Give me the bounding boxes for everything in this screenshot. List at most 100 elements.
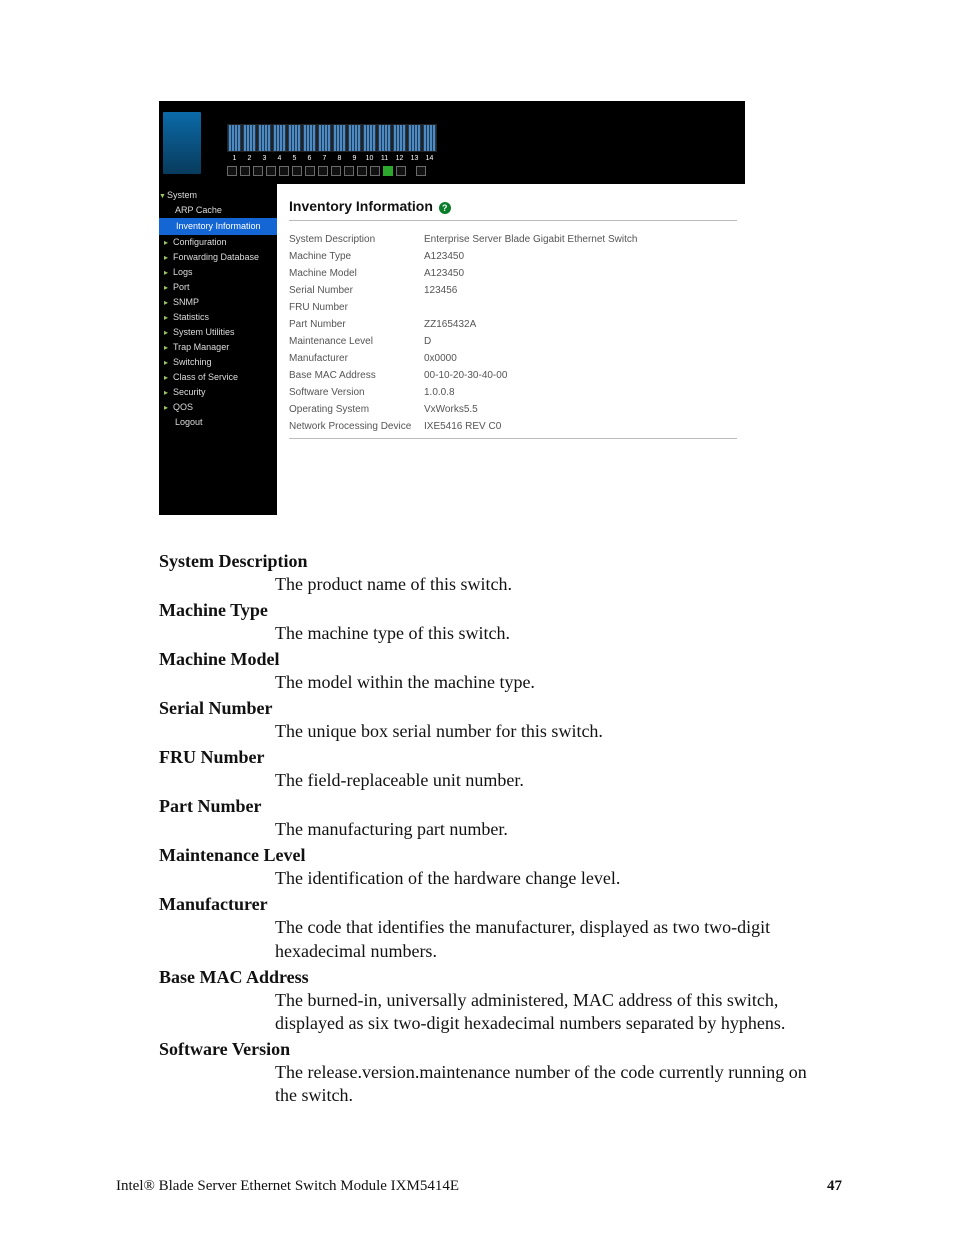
info-label: Machine Model (289, 268, 424, 279)
inventory-screenshot: 1234567891011121314 SystemARP CacheInven… (159, 101, 745, 515)
sidebar-item-forwarding-database[interactable]: Forwarding Database (159, 250, 277, 265)
port-label-10: 10 (362, 154, 377, 164)
port-14[interactable] (422, 124, 437, 152)
port-label-13: 13 (407, 154, 422, 164)
port-5[interactable] (287, 124, 302, 152)
info-row: Machine ModelA123450 (289, 265, 737, 282)
info-label: Machine Type (289, 251, 424, 262)
definition-desc: The code that identifies the manufacture… (275, 916, 831, 962)
info-row: System DescriptionEnterprise Server Blad… (289, 231, 737, 248)
definition-term: System Description (159, 550, 831, 573)
definition-desc: The field-replaceable unit number. (275, 769, 831, 792)
sidebar-item-logs[interactable]: Logs (159, 265, 277, 280)
page-title-text: Inventory Information (289, 198, 433, 214)
port-status-12 (370, 166, 380, 176)
port-11[interactable] (377, 124, 392, 152)
info-value: IXE5416 REV C0 (424, 421, 501, 432)
port-9[interactable] (347, 124, 362, 152)
page-footer: Intel® Blade Server Ethernet Switch Modu… (116, 1178, 842, 1195)
port-status-14 (396, 166, 406, 176)
port-status-1 (227, 166, 237, 176)
info-label: Base MAC Address (289, 370, 424, 381)
definition-desc: The model within the machine type. (275, 671, 831, 694)
page-heading: Inventory Information ? (289, 198, 737, 221)
info-label: Maintenance Level (289, 336, 424, 347)
port-10[interactable] (362, 124, 377, 152)
definition-desc: The machine type of this switch. (275, 622, 831, 645)
sidebar-item-system[interactable]: System (159, 188, 277, 203)
info-value: Enterprise Server Blade Gigabit Ethernet… (424, 234, 637, 245)
info-label: Software Version (289, 387, 424, 398)
port-7[interactable] (317, 124, 332, 152)
definition-desc: The product name of this switch. (275, 573, 831, 596)
info-row: Network Processing DeviceIXE5416 REV C0 (289, 418, 737, 439)
info-row: Maintenance LevelD (289, 333, 737, 350)
port-13[interactable] (407, 124, 422, 152)
device-logo (163, 112, 201, 174)
info-value: A123450 (424, 251, 464, 262)
port-status-6 (292, 166, 302, 176)
help-icon[interactable]: ? (439, 202, 451, 214)
port-status-4 (266, 166, 276, 176)
definition-desc: The burned-in, universally administered,… (275, 989, 831, 1035)
port-status-11 (357, 166, 367, 176)
sidebar-item-logout[interactable]: Logout (159, 415, 277, 430)
port-label-7: 7 (317, 154, 332, 164)
port-label-12: 12 (392, 154, 407, 164)
sidebar-item-port[interactable]: Port (159, 280, 277, 295)
info-label: FRU Number (289, 302, 424, 313)
port-status-8 (318, 166, 328, 176)
port-status-7 (305, 166, 315, 176)
info-value: 0x0000 (424, 353, 457, 364)
sidebar-item-system-utilities[interactable]: System Utilities (159, 325, 277, 340)
port-status-9 (331, 166, 341, 176)
banner: 1234567891011121314 (159, 101, 745, 184)
port-status-ext (416, 166, 426, 176)
sidebar-item-inventory-information[interactable]: Inventory Information (159, 218, 277, 235)
info-value: VxWorks5.5 (424, 404, 478, 415)
definition-desc: The identification of the hardware chang… (275, 867, 831, 890)
sidebar-item-qos[interactable]: QOS (159, 400, 277, 415)
port-status-3 (253, 166, 263, 176)
definition-term: Maintenance Level (159, 844, 831, 867)
info-value: 1.0.0.8 (424, 387, 455, 398)
sidebar-item-snmp[interactable]: SNMP (159, 295, 277, 310)
port-status-5 (279, 166, 289, 176)
nav-sidebar: SystemARP CacheInventory InformationConf… (159, 184, 277, 515)
port-3[interactable] (257, 124, 272, 152)
port-12[interactable] (392, 124, 407, 152)
sidebar-item-configuration[interactable]: Configuration (159, 235, 277, 250)
port-label-3: 3 (257, 154, 272, 164)
port-2[interactable] (242, 124, 257, 152)
info-row: Part NumberZZ165432A (289, 316, 737, 333)
port-8[interactable] (332, 124, 347, 152)
info-value: ZZ165432A (424, 319, 476, 330)
sidebar-item-switching[interactable]: Switching (159, 355, 277, 370)
port-label-14: 14 (422, 154, 437, 164)
info-label: System Description (289, 234, 424, 245)
definition-desc: The release.version.maintenance number o… (275, 1061, 831, 1107)
sidebar-item-arp-cache[interactable]: ARP Cache (159, 203, 277, 218)
definition-term: FRU Number (159, 746, 831, 769)
sidebar-item-trap-manager[interactable]: Trap Manager (159, 340, 277, 355)
sidebar-item-statistics[interactable]: Statistics (159, 310, 277, 325)
info-label: Part Number (289, 319, 424, 330)
info-label: Manufacturer (289, 353, 424, 364)
definition-term: Part Number (159, 795, 831, 818)
info-row: Software Version1.0.0.8 (289, 384, 737, 401)
sidebar-item-class-of-service[interactable]: Class of Service (159, 370, 277, 385)
definition-term: Machine Model (159, 648, 831, 671)
info-row: Manufacturer0x0000 (289, 350, 737, 367)
info-row: Base MAC Address00-10-20-30-40-00 (289, 367, 737, 384)
port-label-2: 2 (242, 154, 257, 164)
sidebar-item-security[interactable]: Security (159, 385, 277, 400)
port-4[interactable] (272, 124, 287, 152)
info-label: Serial Number (289, 285, 424, 296)
port-6[interactable] (302, 124, 317, 152)
definition-term: Machine Type (159, 599, 831, 622)
port-1[interactable] (227, 124, 242, 152)
footer-product: Intel® Blade Server Ethernet Switch Modu… (116, 1178, 459, 1195)
port-label-1: 1 (227, 154, 242, 164)
content-pane: Inventory Information ? System Descripti… (277, 184, 745, 515)
page-number: 47 (827, 1178, 842, 1195)
